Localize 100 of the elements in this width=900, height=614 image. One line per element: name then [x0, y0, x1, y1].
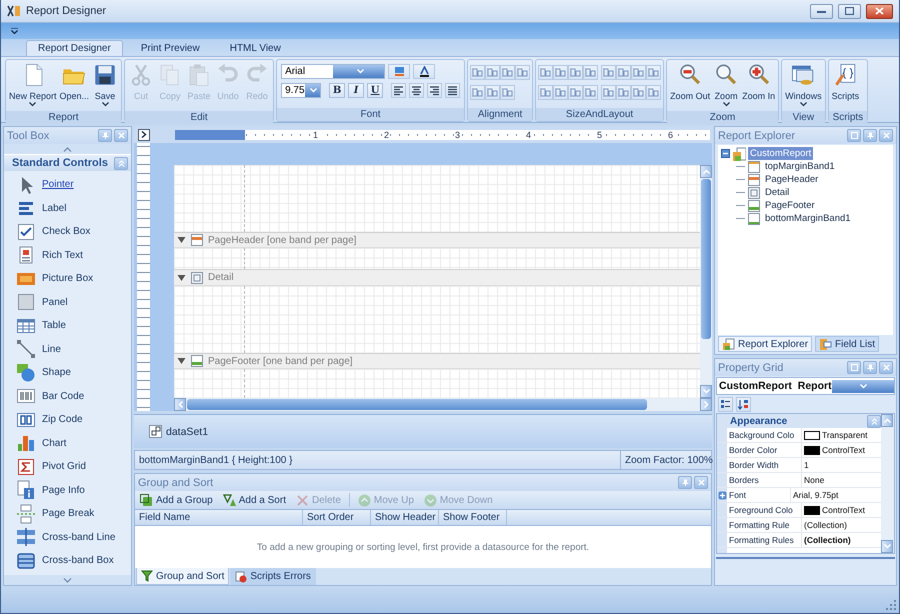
scroll-up-button[interactable]	[700, 165, 712, 178]
align-button[interactable]	[391, 83, 406, 98]
toolbox-item[interactable]: Label	[4, 196, 131, 220]
layout-button[interactable]	[583, 65, 598, 80]
scroll-down-button[interactable]	[700, 385, 712, 398]
layout-button[interactable]	[568, 65, 584, 80]
align-button[interactable]	[409, 83, 424, 98]
layout-button[interactable]	[500, 85, 516, 100]
expand-icon[interactable]	[718, 490, 727, 500]
panel-tab[interactable]: Field List	[815, 336, 880, 352]
layout-button[interactable]	[583, 85, 598, 100]
font-field[interactable]: Arial	[281, 64, 386, 79]
layout-button[interactable]	[568, 85, 584, 100]
format-button[interactable]: B	[329, 83, 346, 98]
layout-button[interactable]	[601, 65, 616, 80]
property-value[interactable]: Arial, 9.75pt	[793, 490, 838, 500]
toolbox-item[interactable]: Picture Box	[4, 267, 131, 290]
panel-tab[interactable]: Report Explorer	[718, 336, 812, 352]
resize-grip-icon[interactable]	[886, 600, 896, 610]
band-header[interactable]: Detail	[174, 269, 700, 286]
toolbox-item[interactable]: Line	[4, 338, 131, 361]
toolbox-item[interactable]: Page Break	[4, 502, 131, 526]
dropdown-icon[interactable]	[310, 88, 318, 93]
dropdown-icon[interactable]	[860, 384, 868, 388]
scrollbar-thumb[interactable]	[701, 179, 711, 339]
layout-button[interactable]	[616, 85, 632, 100]
tree-item[interactable]: bottomMarginBand1	[763, 212, 853, 225]
ribbon-button[interactable]: Windows	[784, 62, 823, 111]
band-header[interactable]: PageFooter [one band per page]	[174, 352, 700, 370]
toolbox-item[interactable]: Shape	[4, 361, 131, 384]
scroll-down-button[interactable]	[881, 540, 893, 553]
toolbox-item[interactable]: Page Info	[4, 478, 131, 502]
expand-icon[interactable]	[177, 357, 186, 366]
scroll-up-icon[interactable]	[63, 146, 72, 152]
layout-button[interactable]	[616, 65, 632, 80]
panel-tab[interactable]: Group and Sort	[136, 568, 230, 585]
pin-button[interactable]	[678, 476, 692, 489]
expand-button[interactable]	[138, 128, 150, 140]
layout-button[interactable]	[646, 85, 662, 100]
toolbox-item[interactable]: Zip Code	[4, 408, 131, 432]
categorized-button[interactable]	[718, 397, 733, 412]
layout-button[interactable]	[601, 85, 616, 100]
toolbox-item[interactable]: Cross-band Line	[4, 526, 131, 549]
layout-button[interactable]	[538, 65, 554, 80]
dropdown-icon[interactable]	[356, 69, 364, 74]
column-header[interactable]: Show Footer	[439, 510, 507, 525]
property-value[interactable]: 1	[804, 460, 809, 470]
layout-button[interactable]	[515, 65, 530, 80]
layout-button[interactable]	[646, 65, 662, 80]
collapse-icon[interactable]	[721, 149, 730, 158]
format-button[interactable]: I	[348, 83, 364, 98]
pin-button[interactable]	[863, 361, 877, 374]
layout-button[interactable]	[538, 85, 554, 100]
float-button[interactable]	[847, 361, 861, 374]
font-color-button[interactable]	[413, 64, 436, 79]
format-button[interactable]: U	[367, 83, 384, 98]
tree-item[interactable]: Detail	[763, 186, 792, 199]
layout-button[interactable]	[631, 85, 646, 100]
expand-icon[interactable]	[177, 274, 186, 282]
band-header[interactable]: PageHeader [one band per page]	[174, 232, 700, 248]
ribbon-tab[interactable]: HTML View	[218, 40, 293, 56]
ribbon-button[interactable]: Open...	[58, 62, 90, 111]
object-selector[interactable]: CustomReport Report	[716, 377, 895, 395]
tree-item[interactable]: topMarginBand1	[763, 160, 837, 173]
toolbox-item[interactable]: Bar Code	[4, 384, 131, 408]
property-value[interactable]: ControlText	[822, 505, 865, 515]
scroll-down-icon[interactable]	[63, 578, 72, 582]
column-header[interactable]: Sort Order	[303, 510, 371, 525]
collapse-button[interactable]	[867, 414, 881, 428]
ribbon-button[interactable]: New Report	[8, 62, 58, 111]
close-button[interactable]	[866, 4, 893, 18]
ribbon-button[interactable]: Zoom In	[741, 62, 776, 111]
align-button[interactable]	[427, 83, 442, 98]
scrollbar-thumb[interactable]	[187, 399, 647, 410]
maximize-button[interactable]	[838, 4, 861, 18]
tree-item[interactable]: PageFooter	[763, 199, 817, 212]
column-header[interactable]: Show Header	[371, 510, 439, 525]
layout-button[interactable]	[500, 65, 516, 80]
toolbox-item[interactable]: Check Box	[4, 220, 131, 244]
ribbon-button[interactable]: Zoom	[712, 62, 740, 111]
tree-item[interactable]: PageHeader	[763, 173, 820, 186]
collapse-button[interactable]	[114, 156, 128, 170]
property-value[interactable]: (Collection)	[804, 535, 851, 545]
layout-button[interactable]	[631, 65, 646, 80]
toolbox-item[interactable]: Pivot Grid	[4, 455, 131, 478]
property-value[interactable]: ControlText	[822, 445, 865, 455]
layout-button[interactable]	[553, 65, 568, 80]
layout-button[interactable]	[485, 65, 500, 80]
pin-button[interactable]	[863, 129, 877, 142]
scroll-up-button[interactable]	[881, 414, 893, 427]
property-value[interactable]: Transparent	[822, 430, 868, 440]
toolbox-item[interactable]: Pointer	[4, 173, 131, 196]
ribbon-button[interactable]: Zoom Out	[669, 62, 712, 111]
font-size-field[interactable]: 9.75	[281, 83, 322, 98]
column-header[interactable]: Field Name	[135, 510, 303, 525]
toolbox-item[interactable]: Table	[4, 314, 131, 338]
scroll-right-button[interactable]	[700, 398, 712, 411]
property-value[interactable]: (Collection)	[804, 520, 847, 530]
sort-button[interactable]	[736, 397, 751, 412]
layout-button[interactable]	[485, 85, 500, 100]
